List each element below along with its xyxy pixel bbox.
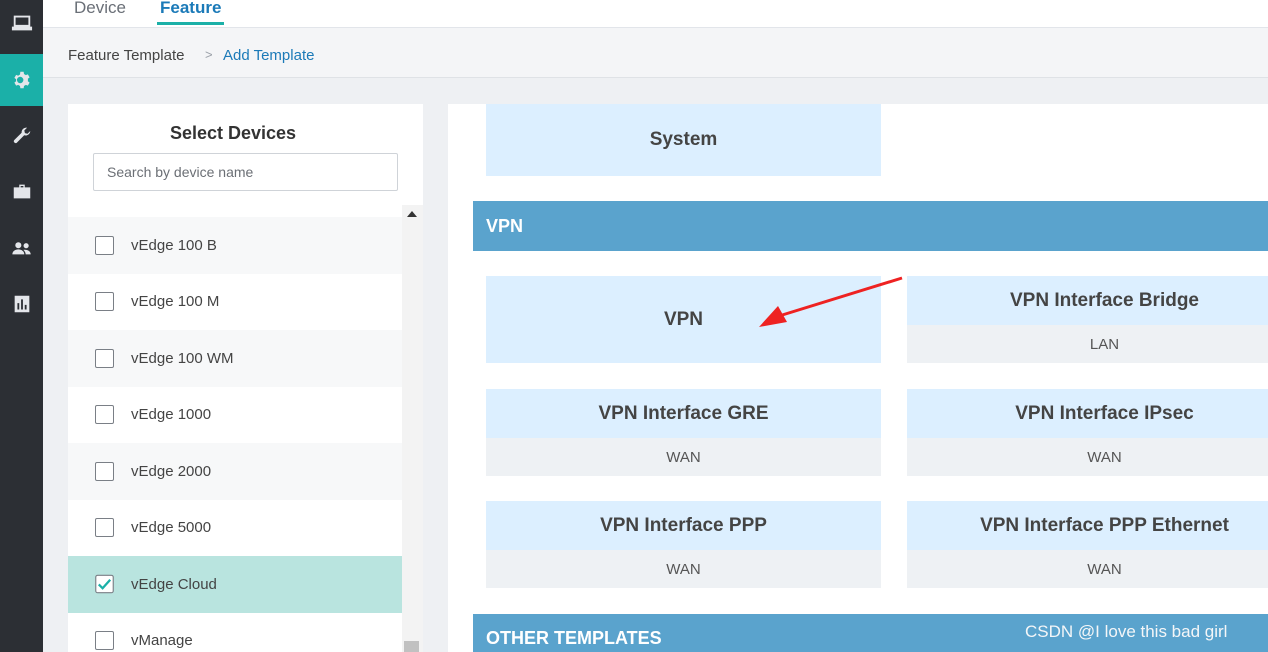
annotation-arrow-icon [759,276,903,327]
template-list-panel: System VPN VPN VPN Interface Bridge LAN … [448,104,1268,652]
left-nav-sidebar [0,0,43,652]
template-card-system[interactable]: System [486,104,881,176]
breadcrumb-separator: > [205,47,213,62]
device-label: vEdge 100 M [131,293,220,311]
checkbox[interactable] [95,292,114,312]
section-header-vpn: VPN [473,201,1268,251]
breadcrumb-feature-template[interactable]: Feature Template [68,47,184,64]
template-card-vpn-interface-bridge[interactable]: VPN Interface Bridge LAN [907,276,1268,363]
card-title: VPN Interface Bridge [907,276,1268,325]
checkbox[interactable] [95,461,114,481]
checkbox[interactable] [95,518,114,538]
device-search-input[interactable] [93,153,398,191]
toolkit-icon[interactable] [0,166,43,218]
device-row[interactable]: vEdge 2000 [68,443,402,500]
device-label: vManage [131,632,193,650]
card-subtitle: WAN [486,438,881,476]
breadcrumb: Feature Template > Add Template [43,28,1268,78]
gear-icon[interactable] [0,54,43,106]
card-subtitle: WAN [907,550,1268,588]
wrench-icon[interactable] [0,110,43,162]
scroll-thumb[interactable] [404,641,419,652]
breadcrumb-add-template: Add Template [223,47,315,64]
users-icon[interactable] [0,222,43,274]
card-title: VPN Interface IPsec [907,389,1268,438]
device-list: vEdge 100 B vEdge 100 M vEdge 100 WM vEd… [68,217,402,652]
select-devices-title: Select Devices [169,123,297,143]
device-row[interactable]: vEdge 100 M [68,273,402,330]
device-row[interactable]: vEdge 100 B [68,217,402,274]
device-row[interactable]: vEdge 5000 [68,499,402,556]
checkbox[interactable] [95,235,114,255]
device-row-selected[interactable]: vEdge Cloud [68,556,402,613]
top-tab-bar: Device Feature [43,0,1268,28]
device-row[interactable]: vManage [68,612,402,652]
checkbox[interactable] [95,631,114,651]
device-row[interactable]: vEdge 100 WM [68,330,402,387]
card-subtitle: LAN [907,325,1268,363]
device-label: vEdge 100 WM [131,349,234,367]
template-card-vpn-interface-ppp[interactable]: VPN Interface PPP WAN [486,501,881,588]
chart-icon[interactable] [0,278,43,330]
card-title: VPN Interface GRE [486,389,881,438]
checkbox[interactable] [95,348,114,368]
tab-device[interactable]: Device [74,0,126,25]
card-title: System [486,104,881,176]
device-label: vEdge 2000 [131,462,212,480]
card-title: VPN Interface PPP Ethernet [907,501,1268,550]
device-label: vEdge 5000 [131,519,212,537]
template-card-vpn-interface-ppp-ethernet[interactable]: VPN Interface PPP Ethernet WAN [907,501,1268,588]
tab-feature[interactable]: Feature [157,0,225,25]
card-title: VPN Interface PPP [486,501,881,550]
card-subtitle: WAN [907,438,1268,476]
checkmark-icon [95,574,114,594]
scroll-up-arrow-icon[interactable] [407,211,417,217]
device-list-scrollbar[interactable] [402,205,423,652]
device-label: vEdge 1000 [131,406,212,424]
device-row[interactable]: vEdge 1000 [68,386,402,443]
select-devices-panel: Select Devices vEdge 100 B vEdge 100 M v… [68,104,423,652]
monitor-icon[interactable] [0,0,43,46]
device-label: vEdge Cloud [131,575,217,593]
template-card-vpn-interface-ipsec[interactable]: VPN Interface IPsec WAN [907,389,1268,476]
checkbox-checked[interactable] [95,574,114,594]
card-subtitle: WAN [486,550,881,588]
device-label: vEdge 100 B [131,236,217,254]
watermark-text: CSDN @I love this bad girl [1025,622,1228,641]
template-card-vpn-interface-gre[interactable]: VPN Interface GRE WAN [486,389,881,476]
checkbox[interactable] [95,405,114,425]
